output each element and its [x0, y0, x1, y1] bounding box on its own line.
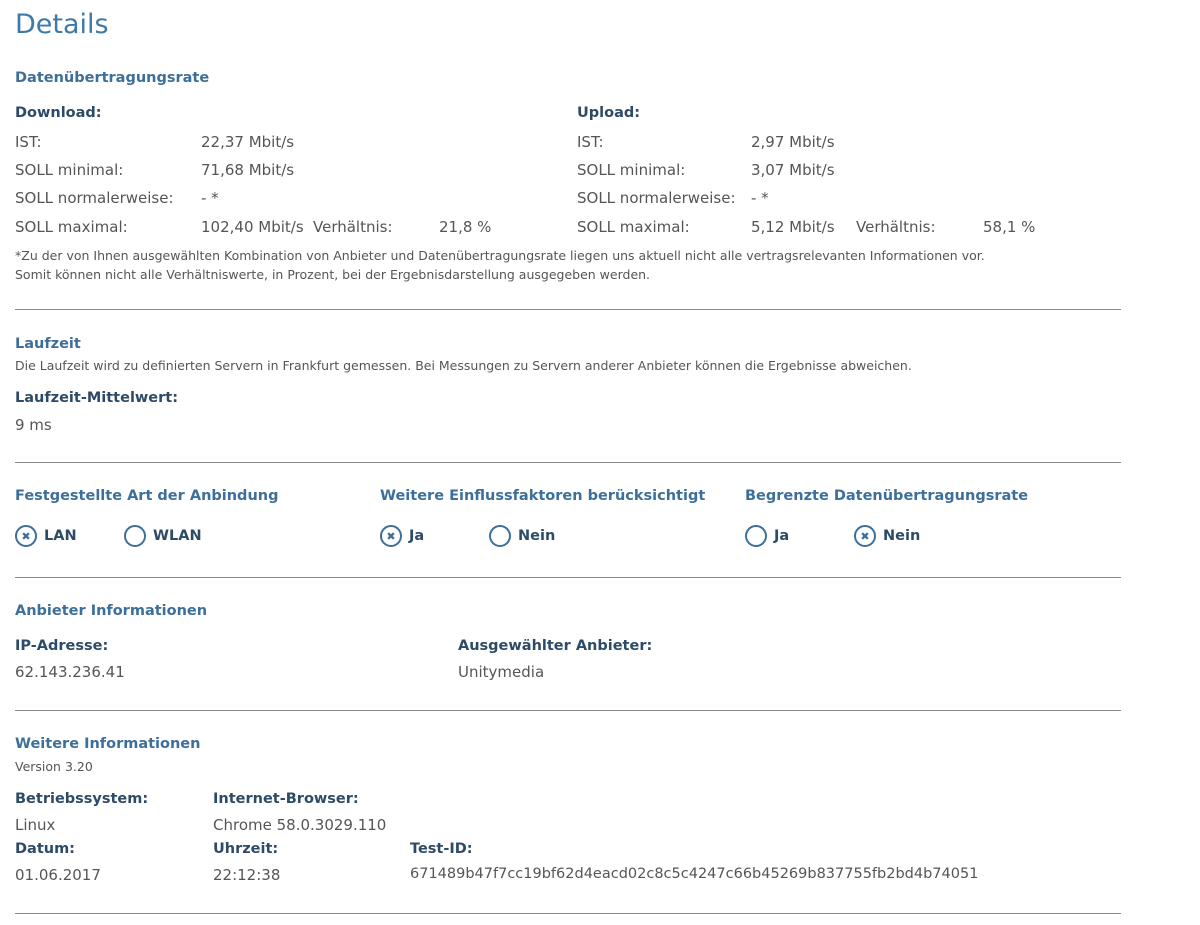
radio-unchecked-icon: [489, 525, 511, 547]
radio-influence-ja[interactable]: ✖ Ja: [380, 525, 424, 547]
radio-limited-ja-label: Ja: [774, 528, 790, 544]
radio-limited-nein-label: Nein: [883, 528, 921, 544]
radio-influence-nein[interactable]: Nein: [489, 525, 555, 547]
upload-heading: Upload:: [577, 105, 641, 121]
footnote-line-1: *Zu der von Ihnen ausgewählten Kombinati…: [15, 248, 985, 263]
provider-heading: Anbieter Informationen: [15, 603, 208, 619]
test-id-label: Test-ID:: [410, 841, 473, 857]
connection-type-heading: Festgestellte Art der Anbindung: [15, 488, 279, 504]
upload-ist-label: IST:: [577, 133, 604, 151]
upload-min-value: 3,07 Mbit/s: [751, 161, 835, 179]
influence-factors-heading: Weitere Einflussfaktoren berücksichtigt: [380, 488, 706, 504]
date-label: Datum:: [15, 841, 75, 857]
latency-mean-label: Laufzeit-Mittelwert:: [15, 390, 179, 406]
version-text: Version 3.20: [15, 759, 93, 774]
os-label: Betriebssystem:: [15, 791, 149, 807]
browser-value: Chrome 58.0.3029.110: [213, 816, 387, 834]
upload-ist-value: 2,97 Mbit/s: [751, 133, 835, 151]
upload-ratio-value: 58,1 %: [983, 218, 1036, 236]
upload-normal-label: SOLL normalerweise:: [577, 189, 736, 207]
footnote-line-2: Somit können nicht alle Verhältniswerte,…: [15, 267, 651, 282]
radio-wlan[interactable]: WLAN: [124, 525, 202, 547]
download-max-label: SOLL maximal:: [15, 218, 128, 236]
ip-address-label: IP-Adresse:: [15, 638, 109, 654]
rate-heading: Datenübertragungsrate: [15, 70, 210, 86]
radio-checked-icon: ✖: [380, 525, 402, 547]
divider: [15, 577, 1121, 578]
test-id-value: 671489b47f7cc19bf62d4eacd02c8c5c4247c66b…: [410, 866, 979, 882]
download-ratio-value: 21,8 %: [439, 218, 492, 236]
time-value: 22:12:38: [213, 866, 281, 884]
upload-ratio-label: Verhältnis:: [856, 218, 936, 236]
browser-label: Internet-Browser:: [213, 791, 359, 807]
latency-heading: Laufzeit: [15, 336, 81, 352]
divider: [15, 462, 1121, 463]
download-max-value: 102,40 Mbit/s: [201, 218, 304, 236]
selected-provider-label: Ausgewählter Anbieter:: [458, 638, 653, 654]
ip-address-value: 62.143.236.41: [15, 663, 125, 681]
download-ist-value: 22,37 Mbit/s: [201, 133, 295, 151]
radio-unchecked-icon: [745, 525, 767, 547]
upload-max-value: 5,12 Mbit/s: [751, 218, 835, 236]
time-label: Uhrzeit:: [213, 841, 279, 857]
download-min-label: SOLL minimal:: [15, 161, 124, 179]
radio-influence-ja-label: Ja: [409, 528, 425, 544]
download-min-value: 71,68 Mbit/s: [201, 161, 295, 179]
download-ist-label: IST:: [15, 133, 42, 151]
upload-normal-value: - *: [751, 189, 769, 207]
radio-checked-icon: ✖: [15, 525, 37, 547]
download-normal-value: - *: [201, 189, 219, 207]
divider: [15, 309, 1121, 310]
page-title: Details: [15, 9, 109, 40]
selected-provider-value: Unitymedia: [458, 663, 545, 681]
download-ratio-label: Verhältnis:: [313, 218, 393, 236]
date-value: 01.06.2017: [15, 866, 101, 884]
radio-wlan-label: WLAN: [153, 528, 202, 544]
divider: [15, 710, 1121, 711]
radio-limited-ja[interactable]: Ja: [745, 525, 789, 547]
latency-mean-value: 9 ms: [15, 416, 52, 434]
download-normal-label: SOLL normalerweise:: [15, 189, 174, 207]
radio-unchecked-icon: [124, 525, 146, 547]
more-info-heading: Weitere Informationen: [15, 736, 201, 752]
upload-min-label: SOLL minimal:: [577, 161, 686, 179]
radio-lan[interactable]: ✖ LAN: [15, 525, 77, 547]
download-heading: Download:: [15, 105, 102, 121]
divider: [15, 913, 1121, 914]
radio-limited-nein[interactable]: ✖ Nein: [854, 525, 920, 547]
os-value: Linux: [15, 816, 56, 834]
radio-checked-icon: ✖: [854, 525, 876, 547]
radio-influence-nein-label: Nein: [518, 528, 556, 544]
radio-lan-label: LAN: [44, 528, 77, 544]
latency-description: Die Laufzeit wird zu definierten Servern…: [15, 358, 912, 373]
upload-max-label: SOLL maximal:: [577, 218, 690, 236]
limited-rate-heading: Begrenzte Datenübertragungsrate: [745, 488, 1029, 504]
